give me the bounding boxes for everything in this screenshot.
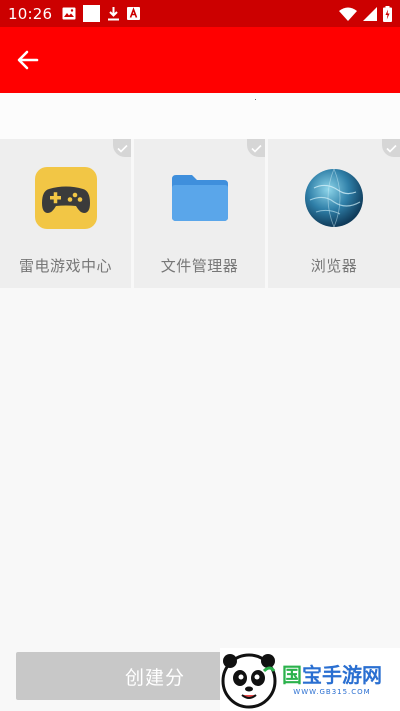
back-button[interactable]: [14, 46, 42, 74]
check-icon[interactable]: [382, 139, 400, 157]
status-bar: 10:26: [0, 0, 400, 27]
a-notification-icon: [127, 7, 141, 20]
globe-icon: [303, 167, 365, 229]
square-notification-icon: [83, 5, 101, 22]
create-button-label: 创建分: [124, 666, 185, 689]
app-label: 雷电游戏中心: [18, 257, 112, 275]
watermark: 国 宝 手游网 WWW.GB315.COM: [220, 648, 400, 711]
toolbar: [0, 27, 400, 93]
download-icon: [107, 6, 120, 21]
app-label: 文件管理器: [160, 257, 239, 275]
arrow-left-icon: [17, 50, 39, 70]
app-tile-file-manager[interactable]: 文件管理器: [134, 139, 265, 288]
app-tile-game-center[interactable]: 雷电游戏中心: [0, 139, 131, 288]
app-label: 浏览器: [310, 257, 358, 275]
panda-logo-icon: [221, 653, 277, 708]
watermark-title-part: 国: [282, 662, 302, 687]
folder-icon: [169, 167, 231, 229]
battery-charging-icon: [383, 5, 392, 22]
wifi-icon: [339, 7, 357, 21]
watermark-url: WWW.GB315.COM: [293, 687, 371, 696]
image-icon: [62, 7, 76, 20]
check-icon[interactable]: [247, 139, 265, 157]
app-grid: 雷电游戏中心 文件管理器 浏览器: [0, 139, 400, 289]
subheader-strip: [0, 93, 400, 139]
check-icon[interactable]: [113, 139, 131, 157]
system-icons: [339, 5, 392, 22]
watermark-title-part: 宝: [302, 662, 322, 687]
signal-icon: [363, 6, 377, 21]
app-tile-browser[interactable]: 浏览器: [268, 139, 400, 288]
gamepad-icon: [34, 167, 97, 229]
watermark-title-part: 手游网: [322, 662, 382, 687]
status-time: 10:26: [8, 4, 53, 23]
notification-icons: [62, 5, 141, 22]
